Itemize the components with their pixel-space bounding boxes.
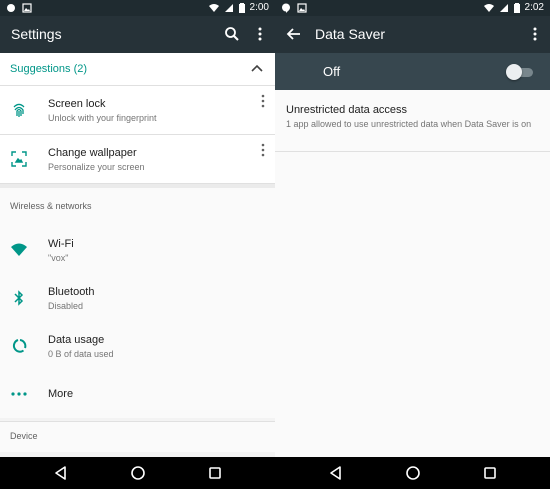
settings-screen: 2:00 Settings Suggestions (2) Screen loc…	[0, 0, 275, 489]
unrestricted-data-access-item[interactable]: Unrestricted data access 1 app allowed t…	[275, 90, 550, 152]
bluetooth-icon	[14, 290, 24, 306]
signal-icon	[224, 4, 233, 12]
fingerprint-icon	[13, 103, 25, 117]
setting-title: Wi-Fi	[48, 238, 74, 250]
section-label: Device	[10, 431, 38, 441]
suggestion-screen-lock[interactable]: Screen lock Unlock with your fingerprint	[0, 86, 275, 135]
setting-title: More	[48, 388, 74, 400]
suggestion-title: Change wallpaper	[48, 147, 137, 159]
more-vert-icon[interactable]	[251, 25, 269, 43]
setting-subtitle: Disabled	[48, 301, 84, 311]
setting-title: Data usage	[48, 334, 105, 346]
home-icon[interactable]	[130, 465, 146, 481]
setting-title: Bluetooth	[48, 286, 95, 298]
wifi-icon	[483, 4, 494, 12]
search-icon[interactable]	[223, 25, 241, 43]
back-icon[interactable]	[328, 465, 344, 481]
signal-icon	[499, 4, 508, 12]
suggestion-subtitle: Unlock with your fingerprint	[48, 113, 157, 123]
recents-icon[interactable]	[207, 465, 223, 481]
unrestricted-title: Unrestricted data access	[286, 104, 408, 116]
suggestion-change-wallpaper[interactable]: Change wallpaper Personalize your screen	[0, 135, 275, 184]
navigation-bar	[275, 457, 550, 489]
more-horiz-icon	[11, 392, 27, 396]
data-saver-switch-bar[interactable]: Off	[275, 53, 550, 90]
wallpaper-icon	[11, 151, 27, 167]
chevron-up-icon[interactable]	[251, 64, 263, 74]
recents-icon[interactable]	[482, 465, 498, 481]
setting-subtitle: "vox"	[48, 253, 69, 263]
suggestions-label: Suggestions (2)	[10, 63, 88, 75]
back-icon[interactable]	[53, 465, 69, 481]
switch-thumb[interactable]	[506, 64, 522, 80]
setting-more[interactable]: More	[0, 370, 275, 418]
switch-label: Off	[323, 64, 341, 79]
more-vert-icon[interactable]	[259, 94, 267, 108]
home-icon[interactable]	[405, 465, 421, 481]
status-time: 2:02	[524, 2, 544, 13]
status-time: 2:00	[249, 2, 269, 13]
page-title: Settings	[11, 26, 62, 42]
back-arrow-icon[interactable]	[285, 25, 303, 43]
setting-wifi[interactable]: Wi-Fi "vox"	[0, 226, 275, 274]
navigation-bar	[0, 457, 275, 489]
data-usage-icon	[12, 339, 27, 353]
app-bar: Data Saver	[275, 16, 550, 53]
setting-data-usage[interactable]: Data usage 0 B of data used	[0, 322, 275, 370]
app-bar: Settings	[0, 16, 275, 53]
image-notification-icon	[22, 3, 32, 13]
more-vert-icon[interactable]	[526, 25, 544, 43]
wifi-icon	[208, 4, 219, 12]
section-label: Wireless & networks	[10, 201, 92, 211]
circle-notification-icon	[7, 4, 15, 12]
section-header-device: Device	[0, 422, 275, 452]
hangouts-icon	[282, 3, 290, 13]
suggestion-title: Screen lock	[48, 98, 106, 110]
section-header-wireless: Wireless & networks	[0, 188, 275, 226]
more-vert-icon[interactable]	[259, 143, 267, 157]
data-saver-screen: 2:02 Data Saver Off Unrestricted data ac…	[275, 0, 550, 489]
setting-bluetooth[interactable]: Bluetooth Disabled	[0, 274, 275, 322]
battery-icon	[238, 3, 245, 13]
status-bar: 2:02	[275, 0, 550, 16]
suggestion-subtitle: Personalize your screen	[48, 162, 145, 172]
suggestions-header[interactable]: Suggestions (2)	[0, 53, 275, 86]
unrestricted-subtitle: 1 app allowed to use unrestricted data w…	[286, 119, 532, 129]
page-title: Data Saver	[315, 26, 386, 42]
wifi-icon	[11, 243, 27, 256]
image-notification-icon	[297, 3, 307, 13]
status-bar: 2:00	[0, 0, 275, 16]
battery-icon	[513, 3, 520, 13]
setting-subtitle: 0 B of data used	[48, 349, 114, 359]
